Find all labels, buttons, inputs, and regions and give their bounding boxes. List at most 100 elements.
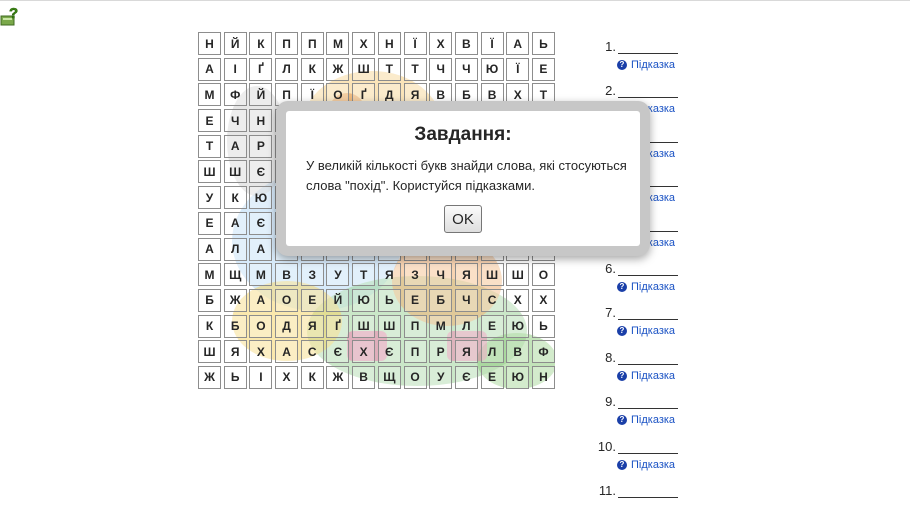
- letter-cell[interactable]: Є: [249, 160, 273, 184]
- hint-link[interactable]: ? Підказка: [617, 59, 706, 71]
- letter-cell[interactable]: Н: [198, 32, 221, 55]
- letter-cell[interactable]: І: [223, 57, 247, 81]
- letter-cell[interactable]: Ш: [506, 263, 530, 287]
- answer-blank[interactable]: [618, 351, 678, 365]
- letter-cell[interactable]: Т: [198, 134, 221, 158]
- letter-cell[interactable]: Л: [223, 237, 247, 261]
- ok-button[interactable]: OK: [444, 205, 482, 233]
- hint-link[interactable]: ? Підказка: [617, 414, 706, 426]
- letter-cell[interactable]: Е: [198, 109, 221, 133]
- letter-cell[interactable]: Н: [249, 109, 273, 133]
- letter-cell[interactable]: Ч: [454, 57, 478, 81]
- letter-cell[interactable]: Ж: [326, 57, 350, 81]
- letter-cell[interactable]: Е: [480, 365, 504, 389]
- answer-blank[interactable]: [618, 40, 678, 54]
- letter-cell[interactable]: Є: [326, 340, 350, 364]
- hint-link[interactable]: ? Підказка: [617, 325, 706, 337]
- letter-cell[interactable]: Ш: [223, 160, 247, 184]
- letter-cell[interactable]: Щ: [223, 263, 247, 287]
- letter-cell[interactable]: Ю: [480, 57, 504, 81]
- letter-cell[interactable]: Х: [352, 340, 376, 364]
- letter-cell[interactable]: Ш: [352, 314, 376, 338]
- answer-blank[interactable]: [618, 84, 678, 99]
- letter-cell[interactable]: Х: [506, 288, 530, 312]
- letter-cell[interactable]: П: [403, 314, 427, 338]
- letter-cell[interactable]: М: [198, 83, 221, 107]
- letter-cell[interactable]: Я: [377, 263, 401, 287]
- letter-cell[interactable]: Ч: [454, 288, 478, 312]
- letter-cell[interactable]: Л: [275, 57, 299, 81]
- letter-cell[interactable]: Л: [454, 314, 478, 338]
- answer-blank[interactable]: [618, 395, 678, 410]
- letter-cell[interactable]: Я: [223, 340, 247, 364]
- letter-cell[interactable]: Ю: [249, 186, 273, 210]
- letter-cell[interactable]: Д: [275, 314, 299, 338]
- answer-blank[interactable]: [618, 306, 678, 321]
- letter-cell[interactable]: Ф: [223, 83, 247, 107]
- letter-cell[interactable]: Т: [352, 263, 376, 287]
- letter-cell[interactable]: Й: [326, 288, 350, 312]
- letter-cell[interactable]: П: [300, 32, 324, 55]
- letter-cell[interactable]: Л: [480, 340, 504, 364]
- letter-cell[interactable]: Т: [403, 57, 427, 81]
- letter-cell[interactable]: Е: [531, 57, 555, 81]
- help-question-icon[interactable]: ?: [0, 6, 18, 26]
- letter-cell[interactable]: М: [249, 263, 273, 287]
- letter-cell[interactable]: К: [300, 57, 324, 81]
- letter-cell[interactable]: Й: [249, 83, 273, 107]
- letter-cell[interactable]: Ґ: [249, 57, 273, 81]
- letter-cell[interactable]: Ї: [506, 57, 530, 81]
- letter-cell[interactable]: Н: [531, 365, 555, 389]
- letter-cell[interactable]: Щ: [377, 365, 401, 389]
- letter-cell[interactable]: У: [326, 263, 350, 287]
- letter-cell[interactable]: Ж: [223, 288, 247, 312]
- letter-cell[interactable]: М: [326, 32, 350, 55]
- letter-cell[interactable]: Ґ: [326, 314, 350, 338]
- letter-cell[interactable]: П: [275, 32, 299, 55]
- letter-cell[interactable]: Ї: [480, 32, 504, 55]
- letter-cell[interactable]: О: [531, 263, 555, 287]
- letter-cell[interactable]: Р: [429, 340, 453, 364]
- hint-link[interactable]: ? Підказка: [617, 281, 706, 293]
- letter-cell[interactable]: В: [352, 365, 376, 389]
- letter-cell[interactable]: Е: [480, 314, 504, 338]
- letter-cell[interactable]: Ь: [531, 314, 555, 338]
- letter-cell[interactable]: Х: [249, 340, 273, 364]
- letter-cell[interactable]: Ж: [326, 365, 350, 389]
- letter-cell[interactable]: Х: [531, 288, 555, 312]
- letter-cell[interactable]: З: [403, 263, 427, 287]
- letter-cell[interactable]: К: [249, 32, 273, 55]
- letter-cell[interactable]: Ю: [506, 314, 530, 338]
- letter-cell[interactable]: Е: [403, 288, 427, 312]
- letter-cell[interactable]: Я: [454, 340, 478, 364]
- letter-cell[interactable]: Ь: [531, 32, 555, 55]
- letter-cell[interactable]: М: [429, 314, 453, 338]
- letter-cell[interactable]: І: [249, 365, 273, 389]
- letter-cell[interactable]: А: [275, 340, 299, 364]
- letter-cell[interactable]: А: [249, 288, 273, 312]
- letter-cell[interactable]: Є: [454, 365, 478, 389]
- letter-cell[interactable]: Х: [275, 365, 299, 389]
- letter-cell[interactable]: Ч: [223, 109, 247, 133]
- letter-cell[interactable]: К: [300, 365, 324, 389]
- letter-cell[interactable]: Я: [300, 314, 324, 338]
- letter-cell[interactable]: Ш: [198, 160, 221, 184]
- letter-cell[interactable]: Є: [377, 340, 401, 364]
- letter-cell[interactable]: У: [198, 186, 221, 210]
- letter-cell[interactable]: Ч: [429, 57, 453, 81]
- letter-cell[interactable]: С: [480, 288, 504, 312]
- letter-cell[interactable]: Ш: [352, 57, 376, 81]
- letter-cell[interactable]: С: [300, 340, 324, 364]
- letter-cell[interactable]: К: [223, 186, 247, 210]
- letter-cell[interactable]: О: [403, 365, 427, 389]
- hint-link[interactable]: ? Підказка: [617, 370, 706, 382]
- letter-cell[interactable]: В: [506, 340, 530, 364]
- letter-cell[interactable]: А: [506, 32, 530, 55]
- letter-cell[interactable]: У: [429, 365, 453, 389]
- letter-cell[interactable]: Ч: [429, 263, 453, 287]
- letter-cell[interactable]: А: [223, 211, 247, 235]
- hint-link[interactable]: ? Підказка: [617, 459, 706, 471]
- letter-cell[interactable]: Р: [249, 134, 273, 158]
- letter-cell[interactable]: Ш: [198, 340, 221, 364]
- letter-cell[interactable]: Ф: [531, 340, 555, 364]
